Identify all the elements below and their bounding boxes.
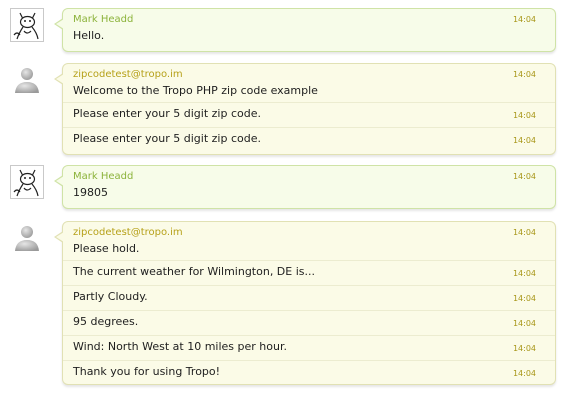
message-time: 14:04: [512, 369, 536, 378]
message-row: 95 degrees. 14:04: [63, 310, 555, 335]
message-row: The current weather for Wilmington, DE i…: [63, 260, 555, 285]
cat-avatar-icon: [10, 8, 44, 42]
person-avatar-icon: [10, 65, 44, 99]
message-text: 19805: [73, 186, 108, 199]
message-time: 14:04: [512, 294, 536, 303]
message-time: 14:04: [512, 70, 536, 79]
message-time: 14:04: [512, 136, 536, 145]
cat-avatar-icon: [10, 165, 44, 199]
message-row: Thank you for using Tropo! 14:04: [63, 360, 555, 385]
sender-name[interactable]: zipcodetest@tropo.im: [73, 69, 183, 80]
message-time: 14:04: [512, 15, 536, 24]
message-text: Wind: North West at 10 miles per hour.: [73, 340, 287, 353]
message-bubble: zipcodetest@tropo.im 14:04 Welcome to th…: [54, 63, 556, 155]
message-text: The current weather for Wilmington, DE i…: [73, 265, 316, 278]
message-time: 14:04: [512, 269, 536, 278]
message-text: Hello.: [73, 29, 105, 42]
message-bubble: Mark Headd 14:04 Hello.: [54, 8, 556, 52]
message-row: Wind: North West at 10 miles per hour. 1…: [63, 335, 555, 360]
message-row: Please enter your 5 digit zip code. 14:0…: [63, 127, 555, 152]
message-time: 14:04: [512, 319, 536, 328]
message-row: Partly Cloudy. 14:04: [63, 285, 555, 310]
message-text: Please enter your 5 digit zip code.: [73, 132, 261, 145]
sender-name[interactable]: Mark Headd: [73, 171, 133, 182]
message-time: 14:04: [512, 172, 536, 181]
message-text: Please hold.: [73, 242, 140, 255]
sender-name[interactable]: Mark Headd: [73, 14, 133, 25]
message-text: Please enter your 5 digit zip code.: [73, 107, 261, 120]
message-text: Welcome to the Tropo PHP zip code exampl…: [73, 84, 318, 97]
message-time: 14:04: [512, 111, 536, 120]
message-bubble: Mark Headd 14:04 19805: [54, 165, 556, 209]
message-time: 14:04: [512, 228, 536, 237]
message-row: Please enter your 5 digit zip code. 14:0…: [63, 102, 555, 127]
message-text: 95 degrees.: [73, 315, 139, 328]
message-row: Welcome to the Tropo PHP zip code exampl…: [63, 83, 555, 102]
message-row: Hello.: [63, 28, 555, 47]
message-bubble: zipcodetest@tropo.im 14:04 Please hold. …: [54, 221, 556, 385]
message-text: Partly Cloudy.: [73, 290, 148, 303]
person-avatar-icon: [10, 223, 44, 257]
message-time: 14:04: [512, 344, 536, 353]
sender-name[interactable]: zipcodetest@tropo.im: [73, 227, 183, 238]
message-row: 19805: [63, 185, 555, 204]
message-text: Thank you for using Tropo!: [73, 365, 221, 378]
message-row: Please hold.: [63, 241, 555, 260]
